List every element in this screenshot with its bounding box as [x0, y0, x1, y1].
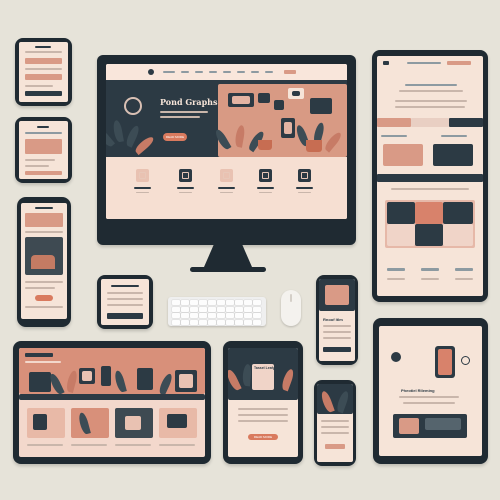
- keyboard-key: [226, 319, 234, 325]
- keyboard-key: [199, 313, 207, 318]
- tablet-heading: Tassel Leafy: [254, 366, 275, 370]
- feature-icon-4: [259, 169, 272, 182]
- keyboard-key: [235, 313, 243, 318]
- tablet-right-heading: Pheotiel Rlleming: [401, 388, 435, 393]
- keyboard-key: [172, 300, 180, 305]
- keyboard-key: [244, 319, 252, 325]
- hero-section: Pond Graphs READ MORE: [106, 80, 347, 157]
- keyboard-key: [244, 313, 252, 318]
- phone-bottom-center-right: [314, 380, 356, 466]
- tablet-bottom-center: Tassel Leafy READ MORE: [223, 341, 303, 464]
- keyboard-key: [199, 319, 207, 325]
- tablet-bottom-right: Pheotiel Rlleming: [373, 318, 488, 464]
- keyboard-key: [217, 306, 225, 312]
- circle-icon: [461, 356, 470, 365]
- keyboard-key: [181, 300, 189, 305]
- feature-icon-1: [136, 169, 149, 182]
- keyboard-key: [208, 313, 216, 318]
- small-tablet-left-2: [15, 117, 72, 183]
- phone-screen: [21, 203, 67, 319]
- keyboard-key: [208, 319, 216, 325]
- small-tablet-center-left: [97, 275, 153, 329]
- phone-screen: Rnoof ltlm: [319, 279, 355, 361]
- monitor-base: [190, 267, 266, 272]
- tablet-right: [372, 50, 488, 302]
- keyboard-key: [199, 306, 207, 312]
- keyboard-key: [235, 300, 243, 305]
- speaker-icon: [391, 352, 401, 362]
- keyboard-key: [217, 319, 225, 325]
- keyboard-key: [172, 319, 180, 325]
- small-tablet-top-left: [15, 38, 72, 106]
- keyboard-key: [190, 319, 198, 325]
- keyboard-key: [199, 300, 207, 305]
- keyboard-key: [253, 319, 261, 325]
- tablet-bottom-right-screen: Pheotiel Rlleming: [379, 326, 482, 456]
- small-tablet-screen: [101, 279, 149, 325]
- feature-icon-2: [179, 169, 192, 182]
- keyboard-key: [253, 313, 261, 318]
- keyboard-key: [172, 313, 180, 318]
- desktop-monitor: Pond Graphs READ MORE: [97, 55, 356, 245]
- tablet-bottom-center-screen: Tassel Leafy READ MORE: [228, 348, 298, 457]
- keyboard-key: [226, 306, 234, 312]
- keyboard-key: [217, 313, 225, 318]
- logo-icon: [148, 69, 154, 75]
- tablet-bottom-left: [13, 341, 211, 464]
- keyboard-key: [217, 300, 225, 305]
- monitor-navbar: [106, 64, 347, 80]
- phone-left: [17, 197, 71, 327]
- keyboard-key: [208, 306, 216, 312]
- feature-icon-3: [220, 169, 233, 182]
- keyboard-key: [172, 306, 180, 312]
- keyboard-key: [190, 300, 198, 305]
- monitor-stand: [204, 245, 252, 267]
- feature-icon-5: [298, 169, 311, 182]
- keyboard-key: [181, 306, 189, 312]
- keyboard-key: [244, 300, 252, 305]
- small-tablet-screen: [19, 42, 68, 102]
- phone-screen: [317, 384, 353, 462]
- feature-row: [106, 157, 347, 219]
- keyboard-key: [253, 306, 261, 312]
- keyboard-key: [235, 306, 243, 312]
- keyboard-key: [190, 313, 198, 318]
- keyboard-key: [244, 306, 252, 312]
- hero-cta-button[interactable]: READ MORE: [163, 133, 187, 141]
- keyboard: [168, 297, 266, 326]
- keyboard-key: [208, 300, 216, 305]
- phone-mid-right: Rnoof ltlm: [316, 275, 358, 365]
- keyboard-key: [181, 313, 189, 318]
- keyboard-key: [253, 300, 261, 305]
- mouse: [281, 290, 301, 326]
- keyboard-key: [181, 319, 189, 325]
- hero-title: Pond Graphs: [160, 97, 218, 107]
- phone-heading: Rnoof ltlm: [323, 317, 343, 322]
- small-tablet-screen: [19, 121, 68, 179]
- tablet-bottom-left-screen: [19, 348, 205, 457]
- keyboard-key: [190, 306, 198, 312]
- keyboard-key: [235, 319, 243, 325]
- keyboard-key: [226, 300, 234, 305]
- tablet-cta-button[interactable]: READ MORE: [248, 434, 278, 440]
- hero-circle-icon: [124, 97, 142, 115]
- tablet-right-screen: [377, 56, 483, 296]
- keyboard-key: [226, 313, 234, 318]
- monitor-screen: Pond Graphs READ MORE: [106, 64, 347, 219]
